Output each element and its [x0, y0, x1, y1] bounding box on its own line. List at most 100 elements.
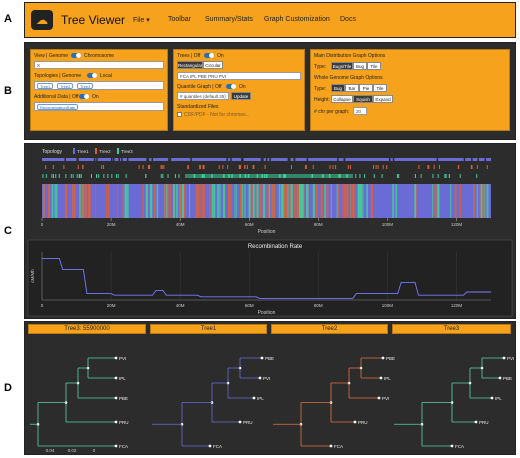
standardized-files-label: Standardized Files [177, 104, 219, 110]
tree1-gap [265, 158, 268, 161]
tree-leaf-node [450, 444, 454, 448]
tree3-tick [79, 174, 81, 178]
additional-data-toggle[interactable] [79, 94, 89, 99]
view-toggle[interactable] [71, 53, 81, 58]
legend-swatch [73, 148, 75, 154]
tile-stripe [337, 184, 339, 218]
tree2-tick [142, 165, 144, 169]
update-button[interactable]: Update [231, 92, 251, 100]
tile-stripe [371, 184, 373, 218]
tile-stripe [51, 184, 54, 218]
tile-stripe [312, 184, 315, 218]
bugs-tile-button[interactable]: Bugs/Tile [331, 62, 353, 70]
topology-chip[interactable]: Tree1 [37, 83, 54, 89]
expand-button[interactable]: Expand [373, 95, 393, 103]
tree2-tick [458, 165, 460, 169]
tree2-tick [252, 165, 254, 169]
tree-options-box: Trees | Off On Rectangular Circular FCA … [173, 49, 305, 131]
tile-stripe [344, 184, 347, 218]
tile-stripe [116, 184, 118, 218]
additional-data-chip[interactable]: RecombinationRate [37, 104, 79, 110]
cdf-label: CDF/PDF - Not for chromos... [184, 112, 250, 118]
nav-summary-stats[interactable]: Summary/Stats [205, 16, 253, 23]
topology-chip[interactable]: Tree2 [57, 83, 74, 89]
tile-button[interactable]: Tile [367, 62, 381, 70]
quantile-right-label: On [239, 84, 246, 90]
tree3-tick [174, 174, 176, 178]
trees-panel: Tree3: 55900000 Tree1 Tree2 Tree3 PVI IPL… [24, 321, 516, 455]
tile-stripe [366, 184, 368, 218]
nav-graph-customization[interactable]: Graph Customization [264, 16, 330, 23]
circular-button[interactable]: Circular [203, 61, 223, 69]
topology-select[interactable]: Tree1 Tree2 Tree3 [34, 81, 164, 90]
quantile-toggle[interactable] [226, 84, 236, 89]
tree2-tick [227, 165, 229, 169]
tree3-tick [45, 174, 47, 178]
tree1-gap [169, 158, 172, 161]
tile-stripe [346, 184, 349, 218]
trees-toggle[interactable] [204, 53, 214, 58]
bug-button[interactable]: Bug [353, 62, 367, 70]
tree2-tick [222, 165, 224, 169]
tree-leaf-node [114, 420, 118, 424]
tile-stripe [362, 184, 364, 218]
tree-leaf-label: IPL [257, 396, 264, 401]
tree1-gap [112, 158, 115, 161]
quantile-input[interactable]: # quantiles (default 25) [177, 92, 229, 100]
tree2-tick [290, 165, 292, 169]
recombination-plot-bg [27, 239, 513, 317]
tree1-gap [293, 158, 296, 161]
x-tick-label: 60M [245, 222, 254, 227]
tree-scale-label: 0.04 [46, 448, 55, 453]
tree1-gap [484, 158, 487, 161]
collapse-button[interactable]: Collapse [331, 95, 353, 103]
taxa-order-input[interactable]: FCA IPL PBE PRU PVI [177, 72, 301, 80]
topology-chip[interactable]: Tree3 [77, 83, 94, 89]
wg-bar-button[interactable]: Bar [345, 84, 359, 92]
tree1-gap [64, 158, 66, 161]
tile-stripe [122, 184, 125, 218]
additional-data-select[interactable]: RecombinationRate [34, 102, 164, 111]
cdf-checkbox[interactable] [177, 112, 182, 117]
tree1-gap [269, 158, 271, 161]
controls-panel: View | Genome Chromosome X Topologies | … [24, 42, 516, 140]
tile-stripe [288, 184, 291, 218]
tree1-gap [343, 158, 346, 161]
tile-stripe [179, 184, 181, 218]
wg-tile-button[interactable]: Tile [373, 84, 387, 92]
tile-stripe [261, 184, 263, 218]
tree-leaf-label: PRU [358, 420, 368, 425]
tile-stripe [437, 184, 440, 218]
chromosome-select[interactable]: X [34, 61, 164, 69]
tile-stripe [153, 184, 155, 218]
wg-pie-button[interactable]: Pie [359, 84, 373, 92]
nav-docs[interactable]: Docs [340, 16, 356, 23]
tile-stripe [336, 184, 338, 218]
tree3-tick [445, 174, 447, 178]
tree2-tick [138, 165, 140, 169]
tree1-gap [392, 158, 395, 161]
tree2-tick [486, 165, 488, 169]
tile-stripe [316, 184, 318, 218]
wg-bug-button[interactable]: Bug [331, 84, 345, 92]
squish-button[interactable]: Squish [353, 95, 373, 103]
nav-toolbar[interactable]: Toolbar [168, 16, 191, 23]
tile-stripe [54, 184, 56, 218]
tree2-tick [349, 165, 351, 169]
tree1-gap [110, 158, 113, 161]
cloud-icon[interactable]: ☁ [31, 10, 53, 30]
chr-per-graph-input[interactable]: 20 [353, 107, 367, 115]
rectangular-button[interactable]: Rectangular [177, 61, 203, 69]
nav-file[interactable]: File ▾ [133, 16, 150, 24]
tree2-tick [202, 165, 204, 169]
tree3-tick [414, 174, 416, 178]
view-options-box: View | Genome Chromosome X Topologies | … [30, 49, 168, 131]
tile-stripe [259, 184, 262, 218]
wg-type-label: Type: [314, 86, 327, 92]
topologies-toggle[interactable] [87, 73, 97, 78]
tree3-tick [96, 174, 98, 178]
tree3-tick [107, 174, 109, 178]
tree1-gap [226, 158, 228, 161]
tree3-tick [162, 174, 164, 178]
tree-plot: PBE PVI IPL PRU FCA [152, 356, 274, 449]
